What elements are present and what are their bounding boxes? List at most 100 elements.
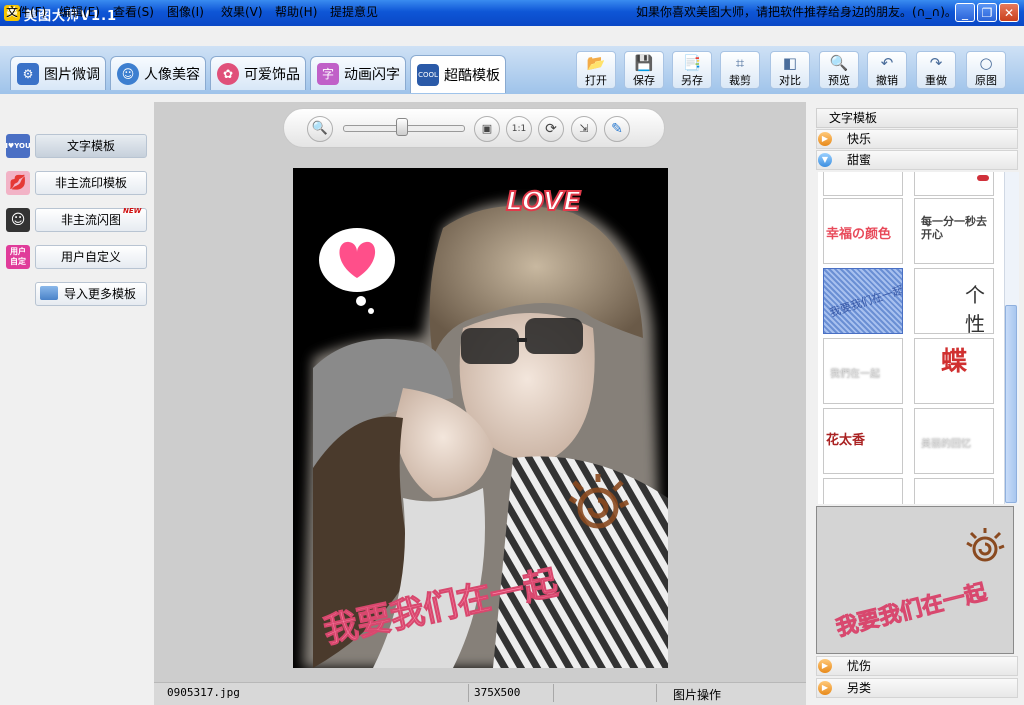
category-happy[interactable]: 快乐 <box>816 129 1018 149</box>
thumbnail-text: 个性 <box>965 283 985 334</box>
category-sweet[interactable]: 甜蜜 <box>816 150 1018 170</box>
alt-stamp-template-button[interactable]: 非主流印模板 <box>35 171 147 195</box>
thumbnail-text: 我要我们在一起 <box>828 283 903 320</box>
thumbnail-text: 我們在一起 <box>830 369 880 380</box>
scrollbar-thumb[interactable] <box>1005 305 1017 503</box>
chevron-right-icon: ▶ <box>818 659 832 673</box>
category-label: 忧伤 <box>847 659 872 673</box>
menu-effects[interactable]: 效果(V) <box>221 3 263 20</box>
import-templates-button[interactable]: 导入更多模板 <box>35 282 147 306</box>
template-thumbnail[interactable] <box>914 172 994 196</box>
menu-view[interactable]: 查看(S) <box>113 3 154 20</box>
template-thumbnail[interactable] <box>823 172 903 196</box>
maximize-button[interactable]: ❐ <box>977 3 997 22</box>
user-custom-icon: 用户自定 <box>6 245 30 269</box>
panel-title: 文字模板 <box>816 108 1018 128</box>
text-template-icon: I♥YOU <box>5 134 31 158</box>
undo-button[interactable]: ↶ 撤销 <box>867 51 907 89</box>
status-divider <box>553 684 554 702</box>
folder-icon: 📂 <box>586 54 606 72</box>
button-label: 对比 <box>779 74 801 87</box>
menu-bar <box>0 26 1024 47</box>
menu-edit[interactable]: 编辑(E) <box>59 3 100 20</box>
face-photo-icon: ☺ <box>6 208 30 232</box>
button-label: 非主流闪图 <box>60 213 121 227</box>
redo-button[interactable]: ↷ 重做 <box>916 51 956 89</box>
template-thumbnail-grid: 幸福の颜色 每一分一秒去开心 我要我们在一起 个性 我們在一起 蝶 花太香 美丽… <box>818 172 1004 504</box>
tab-label: 人像美容 <box>144 66 200 83</box>
text-template-button[interactable]: 文字模板 <box>35 134 147 158</box>
template-preview: 我要我们在一起 <box>816 506 1014 654</box>
original-button[interactable]: ○ 原图 <box>966 51 1006 89</box>
user-custom-button[interactable]: 用户自定义 <box>35 245 147 269</box>
open-button[interactable]: 📂 打开 <box>576 51 616 89</box>
love-overlay-text: LOVE <box>506 187 581 217</box>
zoom-icon[interactable]: 🔍 <box>307 116 333 142</box>
minimize-button[interactable]: _ <box>955 3 975 22</box>
preview-button[interactable]: 🔍 预览 <box>819 51 859 89</box>
flower-icon: ✿ <box>217 62 239 85</box>
rotate-icon[interactable]: ⟳ <box>538 116 564 142</box>
button-label: 另存 <box>681 74 703 87</box>
save-as-button[interactable]: 📑 另存 <box>672 51 712 89</box>
crop-button[interactable]: ⌗ 裁剪 <box>720 51 760 89</box>
cool-icon: COOL <box>417 63 439 86</box>
template-thumbnail[interactable]: 每一分一秒去开心 <box>914 198 994 264</box>
template-thumbnail[interactable]: 我們在一起 <box>823 338 903 404</box>
template-thumbnail[interactable] <box>823 478 903 504</box>
new-badge: NEW <box>123 207 142 215</box>
compare-icon: ◧ <box>782 54 798 72</box>
save-as-icon: 📑 <box>682 54 702 72</box>
tab-label: 可爱饰品 <box>244 66 300 83</box>
category-label: 甜蜜 <box>847 153 872 167</box>
thumbnail-art <box>977 175 989 181</box>
tab-label: 图片微调 <box>44 66 100 83</box>
tab-cool-templates[interactable]: COOL 超酷模板 <box>410 55 506 93</box>
menu-help[interactable]: 帮助(H) <box>275 3 317 20</box>
zoom-slider-thumb[interactable] <box>396 118 408 136</box>
tab-label: 动画闪字 <box>344 66 400 83</box>
menu-feedback[interactable]: 提提意见 <box>330 3 378 20</box>
promo-text: 如果你喜欢美图大师，请把软件推荐给身边的朋友。(∩_∩)。 <box>636 5 957 19</box>
fit-window-icon[interactable]: ▣ <box>474 116 500 142</box>
button-label: 原图 <box>975 74 997 87</box>
tab-cute-accessories[interactable]: ✿ 可爱饰品 <box>210 56 306 90</box>
photo-canvas[interactable]: LOVE 我要我们在一起 <box>293 168 668 668</box>
compare-button[interactable]: ◧ 对比 <box>770 51 810 89</box>
chevron-right-icon: ▶ <box>818 132 832 146</box>
save-button[interactable]: 💾 保存 <box>624 51 664 89</box>
template-thumbnail[interactable] <box>914 478 994 504</box>
template-thumbnail[interactable]: 美丽的回忆 <box>914 408 994 474</box>
template-thumbnail[interactable]: 蝶 <box>914 338 994 404</box>
chevron-right-icon: ▶ <box>818 681 832 695</box>
face-icon: ☺ <box>117 62 139 85</box>
thumbnail-text: 每一分一秒去开心 <box>921 215 987 241</box>
template-thumbnail[interactable]: 花太香 <box>823 408 903 474</box>
button-label: 预览 <box>828 74 850 87</box>
tab-animated-text[interactable]: 字 动画闪字 <box>310 56 406 90</box>
category-alternative[interactable]: 另类 <box>816 678 1018 698</box>
status-divider <box>656 684 657 702</box>
thumbnail-text: 花太香 <box>826 433 866 448</box>
template-thumbnail[interactable]: 个性 <box>914 268 994 334</box>
menu-file[interactable]: 文件(F) <box>6 3 46 20</box>
thumbnail-text: 蝶 <box>941 347 968 377</box>
tab-photo-adjust[interactable]: ⚙ 图片微调 <box>10 56 106 90</box>
button-label: 撤销 <box>876 74 898 87</box>
button-label: 打开 <box>585 74 607 87</box>
text-icon: 字 <box>317 62 339 85</box>
template-thumbnail[interactable]: 幸福の颜色 <box>823 198 903 264</box>
status-divider <box>468 684 469 702</box>
tab-portrait-beauty[interactable]: ☺ 人像美容 <box>110 56 206 90</box>
actual-size-icon[interactable]: 1:1 <box>506 116 532 142</box>
category-sad[interactable]: 忧伤 <box>816 656 1018 676</box>
template-thumbnail-selected[interactable]: 我要我们在一起 <box>823 268 903 334</box>
status-mode: 图片操作 <box>673 688 722 702</box>
brush-icon[interactable]: ✎ <box>604 116 630 142</box>
menu-image[interactable]: 图像(I) <box>167 3 204 20</box>
preview-caption-text: 我要我们在一起 <box>833 579 990 642</box>
resize-icon[interactable]: ⇲ <box>571 116 597 142</box>
close-button[interactable]: ✕ <box>999 3 1019 22</box>
photo-illustration: LOVE 我要我们在一起 <box>303 186 668 668</box>
button-label: 重做 <box>925 74 947 87</box>
